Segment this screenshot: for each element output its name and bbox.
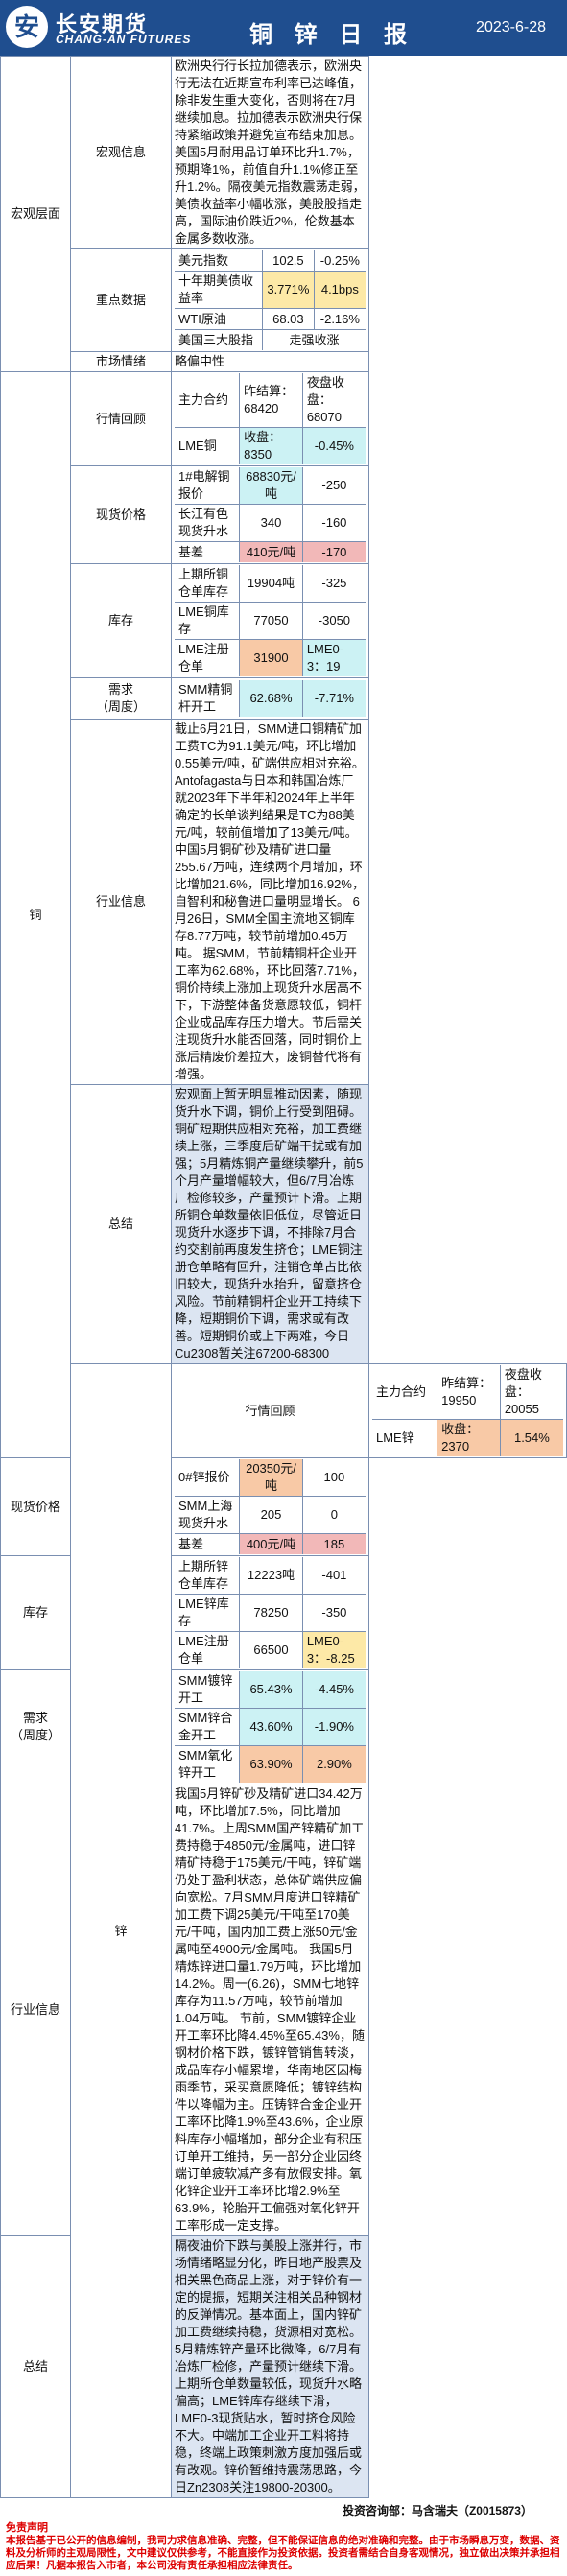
copper-spot-row: 1#电解铜报价 68830元/吨 -250 <box>175 467 366 505</box>
zinc-demand-row: SMM镀锌开工 65.43% -4.45% <box>175 1671 366 1709</box>
copper-demand-row: SMM精铜杆开工 62.68% -7.71% <box>175 680 366 717</box>
copper-inventory-row: LME注册仓单 31900 LME0-3：19 <box>175 639 366 676</box>
report-title: 铜 锌 日 报 <box>249 22 415 48</box>
report-footer: 投资咨询部：马含瑞夫（Z0015873） 免责声明 本报告基于已公开的信息编制，… <box>0 2498 567 2576</box>
copper-basis-row: 基差 410元/吨 -170 <box>175 541 366 562</box>
zinc-review-label: 行情回顾 <box>171 1363 369 1458</box>
copper-industry-label: 行业信息 <box>70 719 172 1085</box>
zinc-demand-table: SMM镀锌开工 65.43% -4.45% SMM锌合金开工 43.60% -1… <box>171 1669 369 1784</box>
key-data-label: 重点数据 <box>70 248 172 352</box>
key-data-table: 美元指数 102.5 -0.25% 十年期美债收益率 3.771% 4.1bps… <box>171 248 369 352</box>
copper-review-table: 主力合约 昨结算：68420 夜盘收盘：68070 LME铜 收盘：8350 -… <box>171 371 369 466</box>
key-row-dxy: 美元指数 102.5 -0.25% <box>175 250 366 272</box>
zinc-section-label: 锌 <box>70 1363 172 2498</box>
sentiment-label: 市场情绪 <box>70 351 172 372</box>
copper-demand-table: SMM精铜杆开工 62.68% -7.71% <box>171 677 369 720</box>
copper-inventory-row: 上期所铜仓单库存 19904吨 -325 <box>175 565 366 603</box>
macro-info-label: 宏观信息 <box>70 56 172 249</box>
copper-inventory-label: 库存 <box>70 563 172 678</box>
zinc-basis-row: 基差 400元/吨 185 <box>175 1533 366 1554</box>
zinc-demand-row: SMM锌合金开工 43.60% -1.90% <box>175 1708 366 1746</box>
zinc-inventory-row: 上期所锌仓单库存 12223吨 -401 <box>175 1557 366 1595</box>
brand-name-en: CHANG-AN FUTURES <box>56 33 192 46</box>
zinc-demand-label: 需求 （周度） <box>0 1669 71 1784</box>
copper-review-row: LME铜 收盘：8350 -0.45% <box>175 427 366 464</box>
key-row-wti: WTI原油 68.03 -2.16% <box>175 308 366 330</box>
copper-spot-table: 1#电解铜报价 68830元/吨 -250 长江有色现货升水 340 -160 … <box>171 465 369 564</box>
report-date: 2023-6-28 <box>476 19 546 35</box>
zinc-summary-label: 总结 <box>0 2235 71 2498</box>
copper-section-label: 铜 <box>0 371 71 1458</box>
daily-report: 安 长安期货 CHANG-AN FUTURES 铜 锌 日 报 2023-6-2… <box>0 0 567 2571</box>
zinc-inventory-label: 库存 <box>0 1555 71 1670</box>
disclaimer-text: 本报告基于已公开的信息编制，我司力求信息准确、完整，但不能保证信息的绝对准确和完… <box>6 2535 560 2571</box>
copper-industry-text: 截止6月21日，SMM进口铜精矿加工费TC为91.1美元/吨，环比增加0.55美… <box>171 719 369 1085</box>
zinc-industry-label: 行业信息 <box>0 1784 71 2236</box>
report-table: 宏观层面 宏观信息 欧洲央行行长拉加德表示，欧洲央行无法在近期宣布利率已达峰值，… <box>0 56 567 2498</box>
zinc-inventory-row: LME注册仓单 66500 LME0-3：-8.25 <box>175 1631 366 1668</box>
zinc-spot-table: 0#锌报价 20350元/吨 100 SMM上海现货升水 205 0 基差 40… <box>171 1457 369 1556</box>
copper-review-row: 主力合约 昨结算：68420 夜盘收盘：68070 <box>175 373 366 428</box>
company-logo: 安 <box>6 6 48 48</box>
key-row-us-indices: 美国三大股指 走强收涨 <box>175 329 366 350</box>
zinc-industry-text: 我国5月锌矿砂及精矿进口34.42万吨，环比增加7.5%，同比增加41.7%。上… <box>171 1784 369 2236</box>
copper-spot-row: 长江有色现货升水 340 -160 <box>175 504 366 542</box>
zinc-spot-row: SMM上海现货升水 205 0 <box>175 1496 366 1534</box>
zinc-spot-row: 0#锌报价 20350元/吨 100 <box>175 1459 366 1497</box>
copper-spot-label: 现货价格 <box>70 465 172 564</box>
sentiment-value: 略偏中性 <box>171 351 369 372</box>
copper-inventory-row: LME铜库存 77050 -3050 <box>175 602 366 640</box>
zinc-demand-row: SMM氧化锌开工 63.90% 2.90% <box>175 1745 366 1783</box>
zinc-inventory-table: 上期所锌仓单库存 12223吨 -401 LME锌库存 78250 -350 L… <box>171 1555 369 1670</box>
copper-summary-label: 总结 <box>70 1084 172 1364</box>
zinc-summary-text: 隔夜油价下跌与美股上涨并行，市场情绪略显分化，昨日地产股票及相关黑色商品上涨，对… <box>171 2235 369 2498</box>
report-header: 安 长安期货 CHANG-AN FUTURES 铜 锌 日 报 2023-6-2… <box>0 0 567 56</box>
key-row-us10y: 十年期美债收益率 3.771% 4.1bps <box>175 271 366 309</box>
zinc-review-row: LME锌 收盘：2370 1.54% <box>372 1419 563 1456</box>
copper-review-label: 行情回顾 <box>70 371 172 466</box>
zinc-inventory-row: LME锌库存 78250 -350 <box>175 1594 366 1632</box>
zinc-review-table: 主力合约 昨结算：19950 夜盘收盘：20055 LME锌 收盘：2370 1… <box>368 1363 567 1458</box>
macro-section-label: 宏观层面 <box>0 56 71 372</box>
zinc-review-row: 主力合约 昨结算：19950 夜盘收盘：20055 <box>372 1365 563 1420</box>
disclaimer-title: 免责声明 <box>6 2522 48 2534</box>
copper-summary-text: 宏观面上暂无明显推动因素，随现货升水下调，铜价上行受到阻碍。铜矿短期供应相对充裕… <box>171 1084 369 1364</box>
copper-demand-label: 需求 （周度） <box>70 677 172 720</box>
zinc-spot-label: 现货价格 <box>0 1457 71 1556</box>
analyst-credit: 投资咨询部：马含瑞夫（Z0015873） <box>342 2504 532 2517</box>
copper-inventory-table: 上期所铜仓单库存 19904吨 -325 LME铜库存 77050 -3050 … <box>171 563 369 678</box>
macro-info-text: 欧洲央行行长拉加德表示，欧洲央行无法在近期宣布利率已达峰值，除非发生重大变化，否… <box>171 56 369 249</box>
